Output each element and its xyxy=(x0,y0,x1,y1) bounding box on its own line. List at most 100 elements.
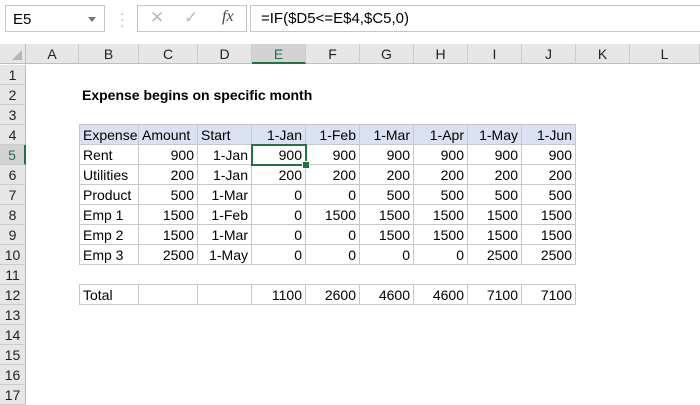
sheet-title[interactable]: Expense begins on specific month xyxy=(79,85,479,105)
table-row-cell[interactable]: Rent xyxy=(79,145,139,165)
formula-input[interactable]: =IF($D5<=E$4,$C5,0) xyxy=(250,5,700,32)
enter-icon[interactable]: ✓ xyxy=(184,8,198,28)
table-row-cell[interactable]: 900 xyxy=(414,145,468,165)
row-header-13[interactable]: 13 xyxy=(0,305,26,325)
table-row-cell[interactable]: 1500 xyxy=(468,205,522,225)
row-header-2[interactable]: 2 xyxy=(0,85,26,105)
row-header-4[interactable]: 4 xyxy=(0,125,26,145)
table-row-cell[interactable]: 1500 xyxy=(139,205,198,225)
row-header-6[interactable]: 6 xyxy=(0,165,26,185)
table-row-cell[interactable]: 2500 xyxy=(522,245,576,265)
column-header-H[interactable]: H xyxy=(414,44,468,64)
table-row-cell[interactable]: 1-Mar xyxy=(198,185,252,205)
table-row-cell[interactable]: 1500 xyxy=(139,225,198,245)
cancel-icon[interactable]: ✕ xyxy=(150,8,164,28)
table-header-cell[interactable]: Amount xyxy=(139,124,198,145)
total-row-cell[interactable]: 1100 xyxy=(252,284,306,305)
table-row-cell[interactable]: 0 xyxy=(252,205,306,225)
column-header-E[interactable]: E xyxy=(252,44,306,64)
table-row-cell[interactable]: Product xyxy=(79,185,139,205)
column-header-J[interactable]: J xyxy=(522,44,576,64)
total-row-cell[interactable] xyxy=(198,284,252,305)
table-header-cell[interactable]: 1-May xyxy=(468,124,522,145)
row-header-10[interactable]: 10 xyxy=(0,245,26,265)
row-header-9[interactable]: 9 xyxy=(0,225,26,245)
table-row-cell[interactable]: 900 xyxy=(522,145,576,165)
row-header-12[interactable]: 12 xyxy=(0,285,26,305)
table-row-cell[interactable]: 1500 xyxy=(522,225,576,245)
table-row-cell[interactable]: 900 xyxy=(139,145,198,165)
table-header-cell[interactable]: 1-Jan xyxy=(252,124,306,145)
select-all-button[interactable] xyxy=(0,44,26,64)
row-header-7[interactable]: 7 xyxy=(0,185,26,205)
column-header-K[interactable]: K xyxy=(576,44,630,64)
column-header-I[interactable]: I xyxy=(468,44,522,64)
total-row-cell[interactable]: 2600 xyxy=(306,284,360,305)
total-row-cell[interactable]: 4600 xyxy=(360,284,414,305)
table-row-cell[interactable]: 1500 xyxy=(468,225,522,245)
table-row-cell[interactable]: 2500 xyxy=(468,245,522,265)
table-row-cell[interactable]: Emp 1 xyxy=(79,205,139,225)
chevron-down-icon[interactable] xyxy=(88,17,96,22)
table-row-cell[interactable]: 1-May xyxy=(198,245,252,265)
table-row-cell[interactable]: 500 xyxy=(522,185,576,205)
total-row-cell[interactable] xyxy=(139,284,198,305)
table-row-cell[interactable]: 200 xyxy=(522,165,576,185)
table-row-cell[interactable]: 500 xyxy=(414,185,468,205)
total-row-cell[interactable]: 4600 xyxy=(414,284,468,305)
table-header-cell[interactable]: Start xyxy=(198,124,252,145)
table-header-cell[interactable]: 1-Mar xyxy=(360,124,414,145)
table-row-cell[interactable]: 900 xyxy=(360,145,414,165)
row-header-14[interactable]: 14 xyxy=(0,325,26,345)
table-row-cell[interactable]: 200 xyxy=(468,165,522,185)
table-row-cell[interactable]: 1500 xyxy=(306,205,360,225)
table-header-cell[interactable]: Expense xyxy=(79,124,139,145)
row-header-11[interactable]: 11 xyxy=(0,265,26,285)
table-row-cell[interactable]: 1500 xyxy=(360,205,414,225)
table-row-cell[interactable]: 0 xyxy=(252,185,306,205)
table-row-cell[interactable]: 200 xyxy=(414,165,468,185)
row-header-3[interactable]: 3 xyxy=(0,105,26,125)
table-row-cell[interactable]: 0 xyxy=(306,225,360,245)
table-row-cell[interactable]: 1500 xyxy=(414,205,468,225)
column-header-D[interactable]: D xyxy=(198,44,252,64)
table-row-cell[interactable]: 900 xyxy=(252,145,306,165)
table-row-cell[interactable]: 500 xyxy=(468,185,522,205)
table-row-cell[interactable]: 0 xyxy=(360,245,414,265)
table-row-cell[interactable]: 200 xyxy=(360,165,414,185)
table-row-cell[interactable]: 500 xyxy=(360,185,414,205)
table-row-cell[interactable]: Emp 2 xyxy=(79,225,139,245)
table-header-cell[interactable]: 1-Apr xyxy=(414,124,468,145)
drag-handle-icon[interactable]: · · · xyxy=(120,6,126,32)
total-row-cell[interactable]: Total xyxy=(79,284,139,305)
table-row-cell[interactable]: Emp 3 xyxy=(79,245,139,265)
row-header-5[interactable]: 5 xyxy=(0,145,26,165)
table-row-cell[interactable]: 1500 xyxy=(522,205,576,225)
table-row-cell[interactable]: 200 xyxy=(139,165,198,185)
table-row-cell[interactable]: 1-Jan xyxy=(198,165,252,185)
table-header-cell[interactable]: 1-Feb xyxy=(306,124,360,145)
table-row-cell[interactable]: 900 xyxy=(306,145,360,165)
row-header-8[interactable]: 8 xyxy=(0,205,26,225)
table-row-cell[interactable]: Utilities xyxy=(79,165,139,185)
row-header-15[interactable]: 15 xyxy=(0,345,26,365)
table-row-cell[interactable]: 200 xyxy=(252,165,306,185)
name-box[interactable]: E5 xyxy=(5,5,105,32)
column-header-B[interactable]: B xyxy=(79,44,139,64)
fill-handle[interactable] xyxy=(302,161,310,169)
table-row-cell[interactable]: 1-Mar xyxy=(198,225,252,245)
column-header-F[interactable]: F xyxy=(306,44,360,64)
column-header-G[interactable]: G xyxy=(360,44,414,64)
total-row-cell[interactable]: 7100 xyxy=(468,284,522,305)
insert-function-icon[interactable]: fx xyxy=(222,8,234,26)
row-header-16[interactable]: 16 xyxy=(0,365,26,385)
table-row-cell[interactable]: 2500 xyxy=(139,245,198,265)
column-header-L[interactable]: L xyxy=(630,44,700,64)
table-row-cell[interactable]: 0 xyxy=(252,245,306,265)
table-row-cell[interactable]: 900 xyxy=(468,145,522,165)
total-row-cell[interactable]: 7100 xyxy=(522,284,576,305)
table-row-cell[interactable]: 1-Feb xyxy=(198,205,252,225)
table-row-cell[interactable]: 200 xyxy=(306,165,360,185)
table-header-cell[interactable]: 1-Jun xyxy=(522,124,576,145)
column-header-A[interactable]: A xyxy=(26,44,79,64)
